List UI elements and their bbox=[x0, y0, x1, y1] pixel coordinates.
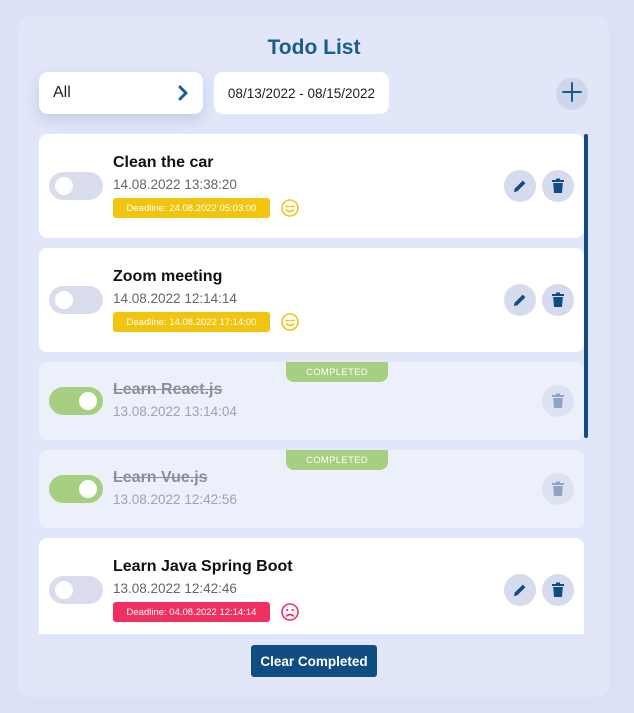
complete-toggle[interactable] bbox=[49, 475, 103, 503]
completed-badge: COMPLETED bbox=[286, 362, 388, 382]
smiling-face-icon bbox=[281, 199, 299, 217]
delete-button[interactable] bbox=[542, 574, 574, 606]
pencil-icon bbox=[514, 294, 526, 306]
todo-title: Learn Vue.js bbox=[113, 469, 208, 486]
todo-created-date: 13.08.2022 13:14:04 bbox=[113, 404, 237, 419]
toggle-knob bbox=[79, 392, 97, 410]
todo-item: Zoom meeting 14.08.2022 12:14:14 Deadlin… bbox=[39, 248, 584, 352]
complete-toggle[interactable] bbox=[49, 576, 103, 604]
todo-created-date: 14.08.2022 12:14:14 bbox=[113, 291, 237, 306]
date-range-picker[interactable]: 08/13/2022 - 08/15/2022 bbox=[214, 72, 389, 114]
completed-badge: COMPLETED bbox=[286, 450, 388, 470]
toggle-knob bbox=[55, 177, 73, 195]
deadline-badge: Deadline: 04.08.2022 12:14:14 bbox=[113, 602, 270, 622]
todo-title: Clean the car bbox=[113, 154, 214, 171]
delete-button[interactable] bbox=[542, 284, 574, 316]
todo-created-date: 14.08.2022 13:38:20 bbox=[113, 177, 237, 192]
complete-toggle[interactable] bbox=[49, 286, 103, 314]
trash-icon bbox=[552, 393, 564, 408]
filter-select[interactable]: All bbox=[39, 72, 203, 114]
complete-toggle[interactable] bbox=[49, 387, 103, 415]
trash-icon bbox=[552, 178, 564, 193]
delete-button[interactable] bbox=[542, 385, 574, 417]
toggle-knob bbox=[55, 291, 73, 309]
todo-created-date: 13.08.2022 12:42:56 bbox=[113, 492, 237, 507]
pencil-icon bbox=[514, 180, 526, 192]
add-todo-button[interactable] bbox=[556, 78, 588, 110]
todo-created-date: 13.08.2022 12:42:46 bbox=[113, 581, 237, 596]
complete-toggle[interactable] bbox=[49, 172, 103, 200]
todo-title: Learn React.js bbox=[113, 381, 223, 398]
toggle-knob bbox=[55, 581, 73, 599]
deadline-badge: Deadline: 24.08.2022 05:03:00 bbox=[113, 198, 270, 218]
todo-item-completed: COMPLETED Learn Vue.js 13.08.2022 12:42:… bbox=[39, 450, 584, 528]
sad-face-icon bbox=[281, 603, 299, 621]
trash-icon bbox=[552, 292, 564, 307]
page-title: Todo List bbox=[267, 36, 361, 59]
todo-title: Learn Java Spring Boot bbox=[113, 558, 293, 575]
toggle-knob bbox=[79, 480, 97, 498]
filter-value: All bbox=[53, 84, 71, 101]
delete-button[interactable] bbox=[542, 473, 574, 505]
edit-button[interactable] bbox=[504, 574, 536, 606]
todo-item-completed: COMPLETED Learn React.js 13.08.2022 13:1… bbox=[39, 362, 584, 440]
edit-button[interactable] bbox=[504, 284, 536, 316]
edit-button[interactable] bbox=[504, 170, 536, 202]
todo-item: Learn Java Spring Boot 13.08.2022 12:42:… bbox=[39, 538, 584, 634]
smiling-face-icon bbox=[281, 313, 299, 331]
delete-button[interactable] bbox=[542, 170, 574, 202]
deadline-badge: Deadline: 14.08.2022 17:14:00 bbox=[113, 312, 270, 332]
todo-title: Zoom meeting bbox=[113, 268, 223, 285]
pencil-icon bbox=[514, 584, 526, 596]
trash-icon bbox=[552, 481, 564, 496]
clear-completed-button[interactable]: Clear Completed bbox=[251, 645, 377, 677]
trash-icon bbox=[552, 582, 564, 597]
plus-icon bbox=[561, 81, 583, 108]
list-scrollbar[interactable] bbox=[584, 134, 588, 438]
todo-item: Clean the car 14.08.2022 13:38:20 Deadli… bbox=[39, 134, 584, 238]
todo-card: Todo List All 08/13/2022 - 08/15/2022 Cl… bbox=[19, 16, 609, 697]
chevron-right-icon bbox=[177, 85, 189, 101]
todo-list[interactable]: Clean the car 14.08.2022 13:38:20 Deadli… bbox=[39, 134, 589, 634]
